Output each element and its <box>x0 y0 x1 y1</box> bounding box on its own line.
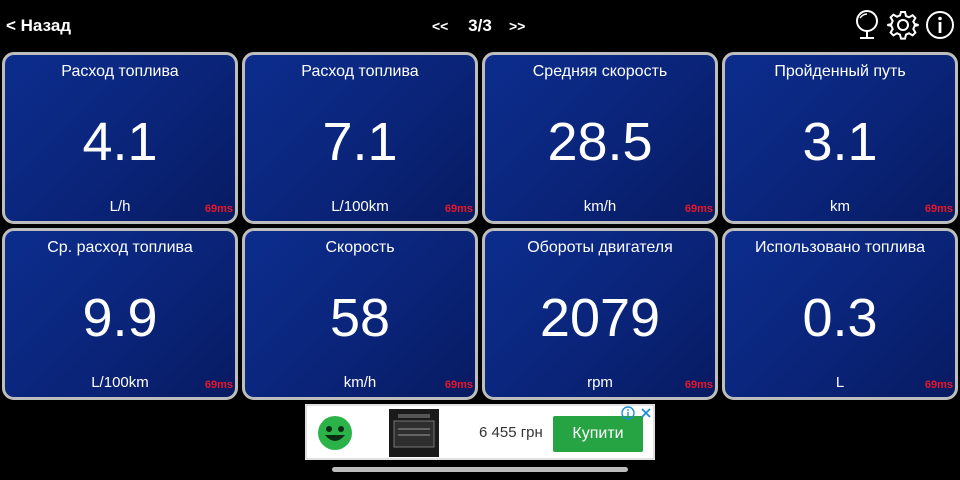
gauge-latency: 69ms <box>204 379 233 391</box>
gauge-latency: 69ms <box>924 379 953 391</box>
gauge-tile[interactable]: Расход топлива 4.1 L/h 69ms <box>2 52 238 224</box>
gauge-value: 9.9 <box>82 288 158 348</box>
gauge-latency: 69ms <box>444 379 473 391</box>
gauge-value: 0.3 <box>802 288 878 348</box>
gauge-latency: 69ms <box>444 203 473 215</box>
gauge-tile[interactable]: Скорость 58 km/h 69ms <box>242 228 478 400</box>
gauge-latency: 69ms <box>684 203 713 215</box>
gauge-value: 28.5 <box>547 112 653 172</box>
ad-logo-icon <box>317 415 353 451</box>
gauge-title: Скорость <box>325 239 395 256</box>
gauge-value: 3.1 <box>802 112 878 172</box>
gauge-unit: L/h <box>109 198 131 215</box>
gauge-title: Ср. расход топлива <box>47 239 193 256</box>
ad-product-image <box>389 409 439 457</box>
gauge-unit: km/h <box>343 374 377 391</box>
ad-price: 6 455 грн <box>479 424 543 441</box>
gauge-unit: rpm <box>587 374 613 391</box>
ad-banner[interactable]: 6 455 грн Купити <box>305 404 655 460</box>
gauge-tile[interactable]: Расход топлива 7.1 L/100km 69ms <box>242 52 478 224</box>
gauge-latency: 69ms <box>684 379 713 391</box>
info-icon[interactable] <box>924 9 956 41</box>
page-navigator: << 3/3 >> <box>430 16 530 38</box>
gauge-unit: L/100km <box>331 198 389 215</box>
gauge-title: Использовано топлива <box>754 239 926 256</box>
gear-icon[interactable] <box>887 9 919 41</box>
gauge-value: 2079 <box>539 288 661 348</box>
gauge-title: Обороты двигателя <box>527 239 673 256</box>
gauge-title: Средняя скорость <box>532 63 668 80</box>
gauge-title: Расход топлива <box>301 63 419 80</box>
gauge-unit: km <box>830 198 850 215</box>
ad-info-icon[interactable] <box>621 406 635 420</box>
gauge-value: 4.1 <box>82 112 158 172</box>
top-bar: < Назад << 3/3 >> <box>0 0 960 52</box>
back-button[interactable]: < Назад <box>6 16 71 36</box>
gauge-latency: 69ms <box>924 203 953 215</box>
gauge-title: Расход топлива <box>61 63 179 80</box>
mirror-icon[interactable] <box>851 9 883 41</box>
gauge-tile[interactable]: Средняя скорость 28.5 km/h 69ms <box>482 52 718 224</box>
gauge-tile[interactable]: Пройденный путь 3.1 km 69ms <box>722 52 958 224</box>
gauge-tile[interactable]: Ср. расход топлива 9.9 L/100km 69ms <box>2 228 238 400</box>
gauge-unit: L <box>835 374 845 391</box>
gauge-unit: L/100km <box>91 374 149 391</box>
ad-close-icon[interactable] <box>639 406 653 420</box>
gauge-latency: 69ms <box>204 203 233 215</box>
next-page-button[interactable]: >> <box>509 18 525 34</box>
gauge-unit: km/h <box>583 198 617 215</box>
gauge-value: 58 <box>329 288 391 348</box>
gauge-title: Пройденный путь <box>774 63 906 80</box>
gauge-grid: Расход топлива 4.1 L/h 69ms Расход топли… <box>0 52 960 402</box>
gauge-tile[interactable]: Использовано топлива 0.3 L 69ms <box>722 228 958 400</box>
gauge-tile[interactable]: Обороты двигателя 2079 rpm 69ms <box>482 228 718 400</box>
ad-buy-button[interactable]: Купити <box>553 416 643 452</box>
home-indicator[interactable] <box>332 467 628 472</box>
gauge-value: 7.1 <box>322 112 398 172</box>
